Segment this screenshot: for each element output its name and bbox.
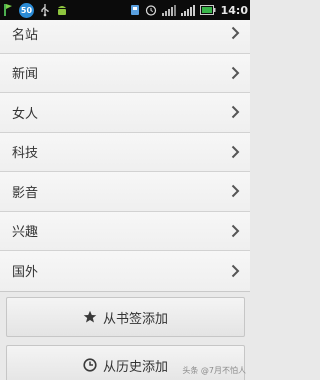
alarm-icon [145,3,157,17]
flag-icon [3,3,13,17]
list-item-label: 国外 [12,265,39,281]
notification-badge: 50 [19,2,34,18]
list-item-label: 兴趣 [12,225,39,241]
usb-icon [40,3,50,17]
sim-icon [130,3,140,17]
signal-icon-2 [180,3,195,17]
status-bar: 50 14:0 [0,0,250,20]
list-item-yingyin[interactable]: 影音 [0,172,250,212]
clock: 14:0 [220,3,248,17]
star-icon [83,310,97,324]
category-list: 名站 新闻 女人 科技 影音 兴趣 国外 [0,14,250,292]
status-bar-left: 50 [0,2,68,18]
chevron-right-icon [231,27,240,40]
list-item-label: 名站 [12,27,39,43]
list-item-guowai[interactable]: 国外 [0,251,250,291]
chevron-right-icon [231,185,240,198]
status-bar-right: 14:0 [130,3,250,17]
list-item-xingqu[interactable]: 兴趣 [0,211,250,251]
chevron-right-icon [231,66,240,79]
android-icon [56,3,68,17]
screen: 50 14:0 名站 新闻 女人 科技 影音 兴趣 国外 从书签添加 从历史添加… [0,0,250,380]
list-item-label: 女人 [12,106,39,122]
signal-icon [161,3,176,17]
add-from-bookmarks-button[interactable]: 从书签添加 [6,297,245,337]
chevron-right-icon [231,264,240,277]
battery-icon [199,3,216,17]
list-item-label: 影音 [12,185,39,201]
chevron-right-icon [231,145,240,158]
clock-icon [83,358,97,372]
watermark: 头条 @7月不怕人 [182,366,246,375]
list-item-label: 新闻 [12,67,39,83]
chevron-right-icon [231,106,240,119]
list-item-xinwen[interactable]: 新闻 [0,53,250,93]
add-from-history-label: 从历史添加 [102,359,168,375]
list-item-nvren[interactable]: 女人 [0,93,250,133]
chevron-right-icon [231,224,240,237]
list-item-keji[interactable]: 科技 [0,132,250,172]
list-item-label: 科技 [12,146,39,162]
add-from-bookmarks-label: 从书签添加 [102,311,168,327]
